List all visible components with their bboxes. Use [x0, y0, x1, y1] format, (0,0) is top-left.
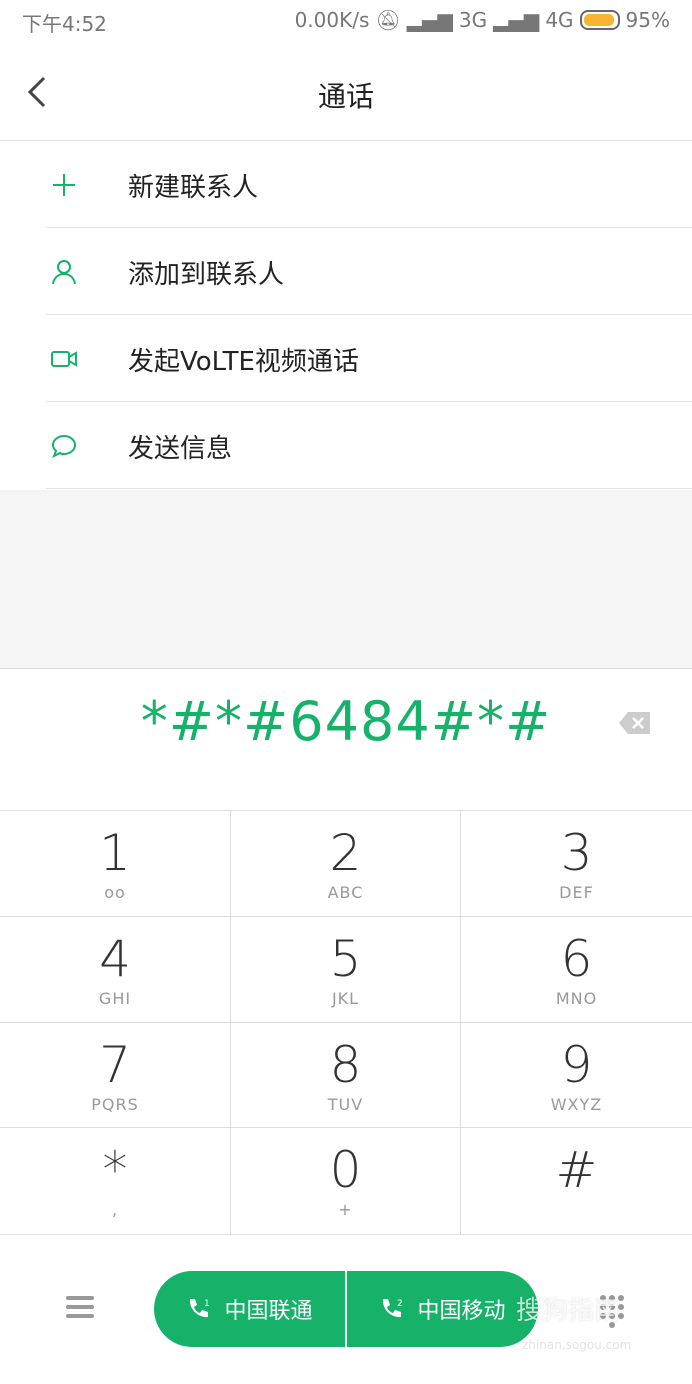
- menu-item-add-to-contact[interactable]: 添加到联系人: [0, 228, 692, 315]
- key-5[interactable]: 6 MNO: [461, 917, 692, 1023]
- watermark-url: zhinan.sogou.com: [522, 1338, 632, 1352]
- menu-item-send-message[interactable]: 发送信息: [0, 402, 692, 489]
- key-letters: TUV: [327, 1094, 364, 1114]
- key-letters: +: [338, 1200, 353, 1220]
- status-bar: 下午4:52 0.00K/s 🔕︎ ▂▄▆ 3G ▂▄▆ 4G 95%: [0, 0, 692, 45]
- network-3g: 3G: [458, 8, 488, 32]
- menu-item-label: 发送信息: [128, 434, 233, 464]
- menu-item-volte-video[interactable]: 发起VoLTE视频通话: [0, 315, 692, 402]
- key-digit: #: [555, 1141, 598, 1200]
- sim1-label: 中国联通: [224, 1299, 313, 1324]
- phone-sim1-icon: 1: [190, 1299, 210, 1318]
- key-4[interactable]: 5 JKL: [231, 916, 461, 1023]
- key-0[interactable]: 1 ᴏᴏ: [0, 811, 231, 917]
- plus-icon: [53, 174, 75, 196]
- empty-area: [0, 490, 692, 669]
- key-10[interactable]: 0 +: [231, 1128, 461, 1234]
- key-2[interactable]: 3 DEF: [461, 811, 692, 917]
- menu-item-label: 添加到联系人: [128, 260, 285, 290]
- key-letters: MNO: [555, 988, 598, 1008]
- key-digit: 7: [99, 1035, 131, 1094]
- key-letters: PQRS: [91, 1094, 139, 1114]
- key-9[interactable]: *,: [0, 1128, 231, 1234]
- menu-icon[interactable]: [66, 1296, 94, 1318]
- key-letters: JKL: [331, 988, 360, 1008]
- svg-text:1: 1: [204, 1299, 210, 1309]
- header: 通话: [0, 45, 692, 141]
- status-time: 下午4:52: [22, 12, 107, 36]
- battery-percent: 95%: [625, 8, 670, 32]
- network-speed: 0.00K/s: [294, 8, 370, 32]
- watermark: 搜狗指南: [516, 1296, 621, 1326]
- call-sim2-button[interactable]: 2 中国移动: [345, 1271, 538, 1347]
- phone-sim2-icon: 2: [383, 1299, 403, 1318]
- key-digit: 6: [560, 929, 593, 988]
- key-digit: 2: [329, 824, 362, 882]
- bell-muted-icon: 🔕︎: [375, 8, 401, 32]
- menu-item-label: 新建联系人: [128, 173, 259, 203]
- dialed-number[interactable]: *#*#6484#*#: [0, 690, 692, 753]
- call-buttons: 1 中国联通 2 中国移动: [154, 1271, 538, 1347]
- keypad: 1 ᴏᴏ 2 ABC 3 DEF 4 GHI 5 JKL 6 MNO 7 PQRS 8 TUV 9 WXYZ *, 0…: [0, 810, 692, 1235]
- key-1[interactable]: 2 ABC: [231, 811, 461, 917]
- video-icon: [51, 351, 77, 367]
- key-letters: GHI: [98, 988, 132, 1008]
- key-digit: 4: [99, 929, 131, 988]
- key-letters: ,: [111, 1200, 119, 1220]
- key-letters: ABC: [327, 883, 364, 902]
- key-11[interactable]: #: [461, 1128, 692, 1234]
- key-7[interactable]: 8 TUV: [231, 1022, 461, 1129]
- key-letters: WXYZ: [550, 1094, 603, 1114]
- key-letters: DEF: [559, 883, 594, 902]
- signal-hd-icon: ▂▄▆: [493, 8, 540, 32]
- key-3[interactable]: 4 GHI: [0, 916, 231, 1023]
- call-sim1-button[interactable]: 1 中国联通: [154, 1271, 345, 1347]
- network-4g: 4G: [545, 8, 574, 32]
- menu-item-new-contact[interactable]: 新建联系人: [0, 141, 692, 228]
- key-8[interactable]: 9 WXYZ: [461, 1023, 692, 1129]
- key-digit: 5: [329, 929, 362, 988]
- key-digit: 8: [329, 1035, 362, 1094]
- key-6[interactable]: 7 PQRS: [0, 1022, 231, 1129]
- key-digit: 0: [329, 1141, 362, 1200]
- message-icon: [51, 434, 77, 459]
- key-digit: 1: [99, 824, 131, 882]
- key-digit: *: [102, 1141, 128, 1200]
- key-digit: 9: [560, 1035, 593, 1094]
- person-icon: [52, 260, 76, 285]
- battery-icon: [579, 10, 620, 30]
- svg-text:2: 2: [397, 1299, 403, 1309]
- page-title: 通话: [317, 80, 374, 113]
- sim2-label: 中国移动: [417, 1299, 506, 1324]
- signal-icon: ▂▄▆: [406, 8, 453, 32]
- key-letters: ᴏᴏ: [104, 883, 126, 902]
- key-digit: 3: [560, 824, 593, 882]
- menu-item-label: 发起VoLTE视频通话: [128, 347, 359, 377]
- backspace-icon[interactable]: [618, 711, 652, 735]
